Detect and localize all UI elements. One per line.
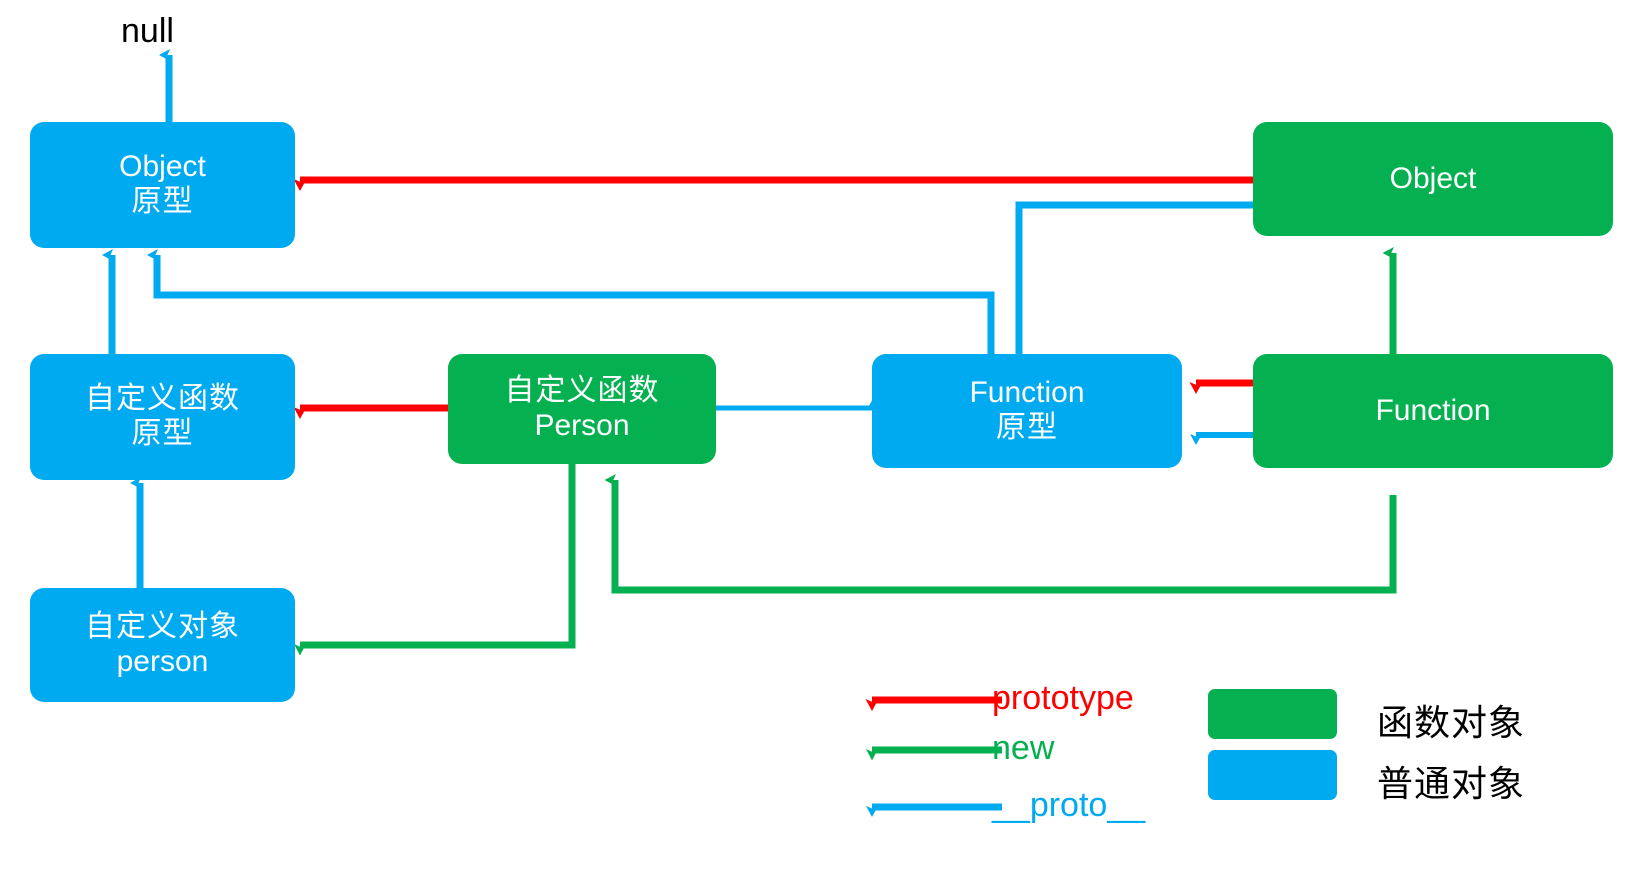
- node-object-prototype-line1: Object: [119, 150, 206, 184]
- edge-function-prototype-to-object-prototype: [147, 249, 995, 355]
- edge-person-function-to-person-object-new: [294, 462, 576, 656]
- node-custom-object-person-line1: 自定义对象: [85, 609, 240, 645]
- node-function-prototype-line1: Function: [969, 376, 1085, 410]
- legend-label-new: new: [992, 729, 1055, 767]
- prototype-chain-diagram: Object 原型 自定义函数 原型 自定义对象 person Function…: [0, 0, 1642, 880]
- node-object-constructor-label: Object: [1389, 161, 1477, 195]
- node-custom-object-person-line2: person: [116, 645, 209, 678]
- node-custom-function-prototype-line1: 自定义函数: [85, 381, 240, 417]
- legend-swatch-function-object: [1208, 689, 1337, 739]
- node-object-prototype-line2: 原型: [131, 184, 194, 219]
- legend-swatch-plain-object: [1208, 750, 1337, 800]
- node-custom-function-person[interactable]: 自定义函数 Person: [448, 354, 716, 464]
- null-label: null: [121, 12, 174, 50]
- legend-label-function-object: 函数对象: [1377, 703, 1526, 744]
- node-function-constructor[interactable]: Function: [1253, 354, 1613, 468]
- edge-function-to-person-function-new: [604, 474, 1397, 594]
- node-function-prototype[interactable]: Function 原型: [872, 354, 1182, 468]
- node-custom-function-person-line1: 自定义函数: [504, 373, 660, 409]
- node-object-prototype[interactable]: Object 原型: [30, 122, 295, 248]
- node-custom-object-person[interactable]: 自定义对象 person: [30, 588, 295, 702]
- legend-label-prototype: prototype: [992, 679, 1134, 717]
- edge-object-to-function-prototype-proto: [1015, 201, 1254, 373]
- node-object-constructor[interactable]: Object: [1253, 122, 1613, 236]
- node-function-prototype-line2: 原型: [996, 410, 1058, 445]
- node-function-constructor-label: Function: [1375, 393, 1491, 427]
- node-custom-function-prototype[interactable]: 自定义函数 原型: [30, 354, 295, 480]
- node-custom-function-person-line2: Person: [534, 409, 630, 442]
- node-custom-function-prototype-line2: 原型: [131, 416, 194, 451]
- legend-label-plain-object: 普通对象: [1377, 764, 1526, 805]
- legend-label-proto: __proto__: [992, 786, 1146, 824]
